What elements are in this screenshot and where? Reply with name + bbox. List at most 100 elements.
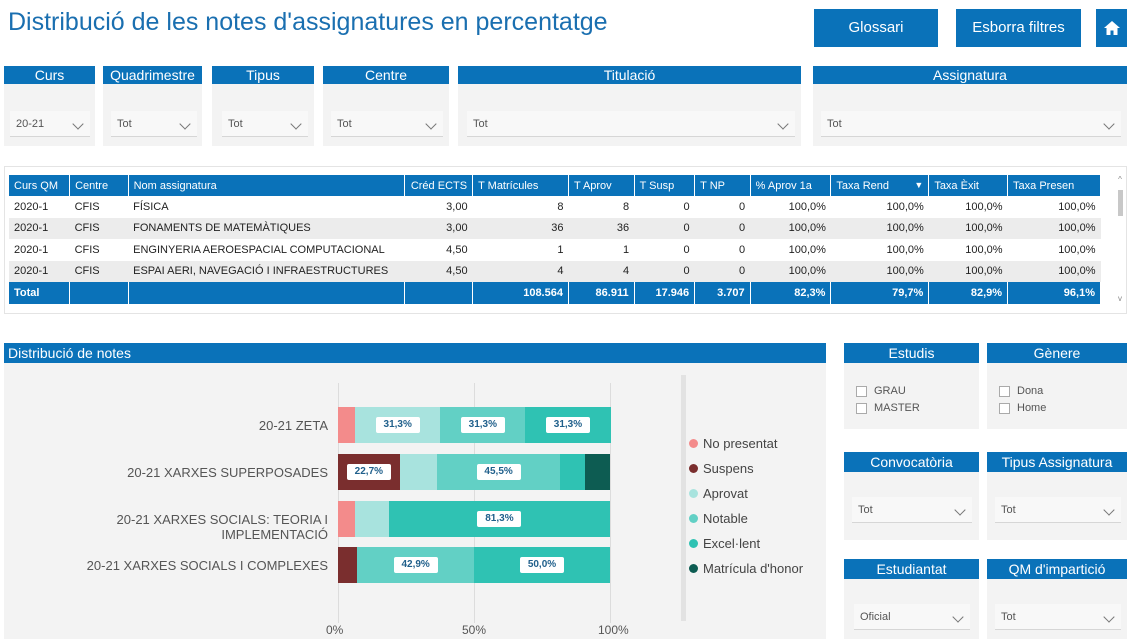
legend-label: Notable bbox=[703, 511, 748, 526]
legend-item[interactable]: Notable bbox=[689, 506, 829, 531]
col-t-susp[interactable]: T Susp bbox=[634, 175, 696, 196]
data-table: Curs QM Centre Nom assignatura Créd ECTS… bbox=[9, 175, 1101, 304]
col-taxa-exit[interactable]: Taxa Èxit bbox=[928, 175, 1009, 196]
tipus-dropdown[interactable]: Tot bbox=[222, 111, 308, 137]
col-cred-ects[interactable]: Créd ECTS bbox=[404, 175, 474, 196]
qm-imparticio-dropdown[interactable]: Tot bbox=[995, 604, 1121, 630]
filter-estudiantat: Estudiantat Oficial bbox=[844, 559, 979, 639]
filter-tipus-label: Tipus bbox=[212, 66, 314, 84]
checkbox-home[interactable]: Home bbox=[999, 400, 1046, 417]
data-label: 42,9% bbox=[393, 557, 438, 573]
col-taxa-rend[interactable]: Taxa Rend ▼ bbox=[830, 175, 930, 196]
filter-tipus-assignatura: Tipus Assignatura Tot bbox=[987, 452, 1127, 540]
table-cell: FONAMENTS DE MATEMÀTIQUES bbox=[128, 217, 405, 239]
table-scrollbar[interactable]: ^ v bbox=[1115, 175, 1125, 305]
col-aprov-1a[interactable]: % Aprov 1a bbox=[750, 175, 832, 196]
titulacio-dropdown[interactable]: Tot bbox=[467, 111, 795, 137]
data-label: 45,5% bbox=[476, 464, 521, 480]
legend-item[interactable]: Aprovat bbox=[689, 481, 829, 506]
curs-dropdown[interactable]: 20-21 bbox=[10, 111, 90, 137]
checkbox-box[interactable] bbox=[856, 386, 867, 397]
chart-legend-divider bbox=[681, 375, 686, 621]
checkbox-box[interactable] bbox=[999, 403, 1010, 414]
legend-item[interactable]: Matrícula d'honor bbox=[689, 556, 829, 581]
filter-genere: Gènere Dona Home bbox=[987, 343, 1127, 429]
bar-segment[interactable] bbox=[560, 454, 586, 490]
checkbox-label: GRAU bbox=[874, 385, 906, 397]
data-label: 22,7% bbox=[346, 464, 391, 480]
legend-item[interactable]: Suspens bbox=[689, 456, 829, 481]
table-row[interactable]: 2020-1 CFIS ENGINYERIA AEROESPACIAL COMPUT… bbox=[9, 239, 1101, 261]
estudiantat-dropdown[interactable]: Oficial bbox=[854, 604, 970, 630]
table-cell: 100,0% bbox=[1058, 200, 1096, 213]
chevron-down-icon bbox=[179, 118, 191, 130]
tipus-assignatura-value: Tot bbox=[1001, 504, 1016, 516]
legend-label: Matrícula d'honor bbox=[703, 561, 804, 576]
bar-segment[interactable] bbox=[338, 547, 358, 583]
col-curs-qm[interactable]: Curs QM bbox=[9, 175, 71, 196]
table-cell: 0 bbox=[634, 260, 695, 282]
quadrimestre-dropdown[interactable]: Tot bbox=[111, 111, 197, 137]
centre-dropdown[interactable]: Tot bbox=[331, 111, 443, 137]
total-cell bbox=[69, 282, 129, 304]
table-cell: 36 bbox=[568, 217, 635, 239]
bar-segment[interactable] bbox=[355, 501, 389, 537]
legend-item[interactable]: Excel·lent bbox=[689, 531, 829, 556]
tipus-assignatura-dropdown[interactable]: Tot bbox=[995, 497, 1121, 523]
chevron-down-icon bbox=[777, 118, 789, 130]
quadrimestre-value: Tot bbox=[117, 118, 132, 130]
col-t-np[interactable]: T NP bbox=[694, 175, 751, 196]
data-label: 81,3% bbox=[477, 511, 522, 527]
checkbox-box[interactable] bbox=[856, 403, 867, 414]
col-t-aprov[interactable]: T Aprov bbox=[568, 175, 635, 196]
checkbox-master[interactable]: MASTER bbox=[856, 400, 920, 417]
total-cell: 96,1% bbox=[1007, 282, 1101, 304]
filter-curs-label: Curs bbox=[4, 66, 95, 84]
table-cell: 2020-1 bbox=[9, 217, 70, 239]
chevron-down-icon bbox=[954, 504, 966, 516]
legend-item[interactable]: No presentat bbox=[689, 431, 829, 456]
chart-legend: No presentat Suspens Aprovat Notable Excel·l… bbox=[689, 431, 829, 581]
filter-centre: Centre Tot bbox=[323, 66, 449, 146]
data-label: 31,3% bbox=[545, 417, 590, 433]
assignatura-dropdown[interactable]: Tot bbox=[821, 111, 1121, 137]
bar-segment[interactable] bbox=[399, 454, 437, 490]
scrollbar-thumb[interactable] bbox=[1117, 190, 1123, 216]
convocatoria-value: Tot bbox=[858, 504, 873, 516]
col-taxa-presen[interactable]: Taxa Presen bbox=[1007, 175, 1101, 196]
col-t-matricules[interactable]: T Matrícules bbox=[472, 175, 569, 196]
total-cell bbox=[128, 282, 406, 304]
tipus-value: Tot bbox=[228, 118, 243, 130]
legend-dot-icon bbox=[689, 439, 698, 448]
bar-segment[interactable] bbox=[338, 501, 356, 537]
filter-estudiantat-label: Estudiantat bbox=[844, 559, 979, 579]
col-centre[interactable]: Centre bbox=[69, 175, 129, 196]
category-label: 20-21 ZETA bbox=[258, 418, 328, 433]
sort-desc-icon: ▼ bbox=[914, 179, 924, 190]
checkbox-box[interactable] bbox=[999, 386, 1010, 397]
checkbox-label: Dona bbox=[1017, 385, 1044, 397]
table-cell: 4,50 bbox=[404, 260, 473, 282]
checkbox-dona[interactable]: Dona bbox=[999, 383, 1046, 400]
table-row[interactable]: 2020-1 CFIS FÍSICA 3,00 8 8 0 0 100,0% 100,0% 100,… bbox=[9, 196, 1101, 218]
filter-estudis-label: Estudis bbox=[844, 343, 979, 363]
table-cell: 0 bbox=[739, 243, 746, 256]
convocatoria-dropdown[interactable]: Tot bbox=[852, 497, 972, 523]
table-cell: 100,0% bbox=[928, 260, 1008, 282]
category-label: 20-21 XARXES SOCIALS I COMPLEXES bbox=[86, 558, 328, 573]
home-button[interactable] bbox=[1096, 9, 1127, 47]
checkbox-grau[interactable]: GRAU bbox=[856, 383, 920, 400]
glossari-button[interactable]: Glossari bbox=[814, 9, 938, 47]
scroll-down-icon[interactable]: v bbox=[1115, 294, 1125, 303]
bar-segment[interactable] bbox=[338, 407, 356, 443]
total-cell: 17.946 bbox=[634, 282, 696, 304]
legend-dot-icon bbox=[689, 514, 698, 523]
table-row[interactable]: 2020-1 CFIS FONAMENTS DE MATEMÀTIQUES 3,00 3… bbox=[9, 217, 1101, 239]
col-nom-assignatura[interactable]: Nom assignatura bbox=[128, 175, 406, 196]
scroll-up-icon[interactable]: ^ bbox=[1115, 175, 1125, 184]
checkbox-label: Home bbox=[1017, 402, 1047, 414]
table-cell: 0 bbox=[634, 217, 695, 239]
clear-filters-button[interactable]: Esborra filtres bbox=[956, 9, 1081, 47]
bar-segment[interactable] bbox=[585, 454, 610, 490]
table-row[interactable]: 2020-1 CFIS ESPAI AERI, NAVEGACIÓ I INFRAE… bbox=[9, 260, 1101, 282]
